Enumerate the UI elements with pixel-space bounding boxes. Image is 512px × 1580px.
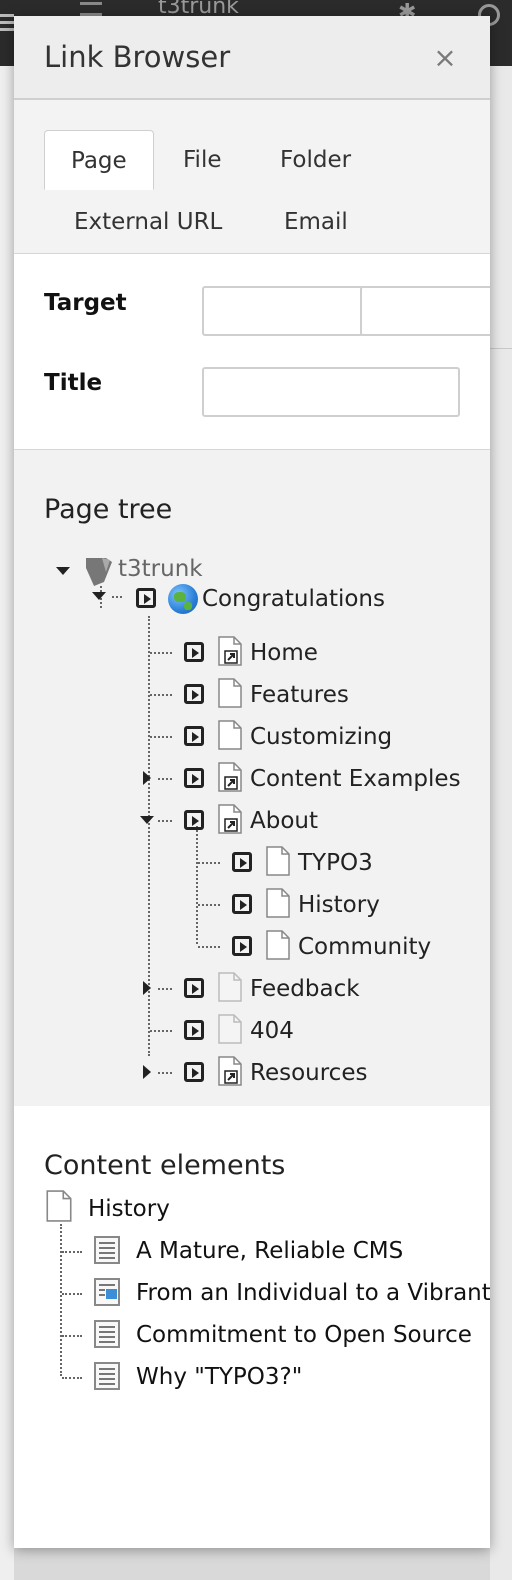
tree-connector — [60, 1224, 62, 1376]
tree-connector — [198, 862, 220, 864]
page-actions-icon[interactable] — [184, 642, 204, 662]
page-actions-icon[interactable] — [184, 810, 204, 830]
tree-connector — [158, 988, 172, 990]
page-icon — [218, 720, 242, 750]
tree-connector — [62, 1335, 82, 1337]
tab-folder[interactable]: Folder — [254, 130, 377, 190]
content-element-item[interactable]: A Mature, Reliable CMS — [136, 1236, 403, 1266]
page-tree-panel: Page tree t3trunk Congratulations Home F… — [14, 450, 490, 1106]
text-element-icon — [94, 1320, 120, 1348]
tree-connector — [112, 596, 122, 598]
content-elements-panel: Content elements History A Mature, Relia… — [14, 1106, 490, 1548]
tree-node-content-examples[interactable]: Content Examples — [250, 764, 461, 794]
tree-node-features[interactable]: Features — [250, 680, 349, 710]
tree-node-404[interactable]: 404 — [250, 1016, 294, 1046]
link-browser-modal: Link Browser × Page File Folder External… — [14, 16, 490, 1548]
toolbar-icon[interactable] — [80, 2, 102, 16]
typo3-logo-icon — [86, 558, 112, 586]
page-actions-icon[interactable] — [184, 768, 204, 788]
page-shortcut-icon — [218, 804, 242, 834]
tree-connector — [150, 1030, 172, 1032]
page-shortcut-icon — [218, 1056, 242, 1086]
tree-node-feedback[interactable]: Feedback — [250, 974, 360, 1004]
page-actions-icon[interactable] — [232, 894, 252, 914]
collapse-toggle-icon[interactable] — [56, 567, 70, 575]
page-actions-icon[interactable] — [184, 978, 204, 998]
page-icon — [266, 888, 290, 918]
close-button[interactable]: × — [430, 40, 460, 76]
text-element-icon — [94, 1362, 120, 1390]
page-shortcut-icon — [218, 636, 242, 666]
content-elements-heading: Content elements — [44, 1150, 286, 1181]
page-icon — [266, 846, 290, 876]
title-input[interactable] — [202, 367, 460, 417]
tab-email[interactable]: Email — [258, 192, 374, 252]
title-label: Title — [44, 370, 103, 396]
tree-connector — [62, 1251, 82, 1253]
tree-node-history[interactable]: History — [298, 890, 380, 920]
text-image-element-icon — [94, 1278, 120, 1306]
expand-toggle-icon[interactable] — [143, 1065, 151, 1079]
tree-connector — [150, 652, 172, 654]
content-element-item[interactable]: From an Individual to a Vibrant — [136, 1278, 490, 1308]
tree-connector — [198, 904, 220, 906]
collapse-toggle-icon[interactable] — [92, 592, 106, 600]
tree-node-community[interactable]: Community — [298, 932, 431, 962]
tree-connector — [150, 694, 172, 696]
page-shortcut-icon — [218, 762, 242, 792]
content-page-title: History — [88, 1196, 170, 1222]
page-tree-heading: Page tree — [44, 494, 173, 525]
tree-node-about[interactable]: About — [250, 806, 318, 836]
page-actions-icon[interactable] — [184, 684, 204, 704]
backend-left-edge — [0, 66, 14, 1580]
page-actions-icon[interactable] — [136, 588, 156, 608]
page-actions-icon[interactable] — [184, 1020, 204, 1040]
tree-connector — [158, 778, 172, 780]
expand-toggle-icon[interactable] — [143, 981, 151, 995]
tree-connector — [150, 736, 172, 738]
modal-title: Link Browser — [44, 40, 231, 74]
target-input[interactable] — [202, 286, 364, 336]
link-type-tabs: Page File Folder External URL Email — [14, 100, 490, 254]
tree-connector — [158, 1072, 172, 1074]
target-label: Target — [44, 290, 127, 316]
content-element-item[interactable]: Why "TYPO3?" — [136, 1362, 302, 1392]
page-icon — [266, 930, 290, 960]
tree-connector — [158, 820, 172, 822]
page-icon — [46, 1190, 72, 1222]
target-select[interactable] — [360, 286, 490, 336]
tree-root-label[interactable]: t3trunk — [118, 554, 203, 584]
tree-connector — [62, 1377, 82, 1379]
tree-connector — [196, 826, 198, 944]
tab-file[interactable]: File — [157, 130, 248, 190]
page-actions-icon[interactable] — [232, 936, 252, 956]
hamburger-menu-icon[interactable] — [0, 14, 14, 31]
page-actions-icon[interactable] — [184, 726, 204, 746]
content-element-item[interactable]: Commitment to Open Source — [136, 1320, 472, 1350]
tree-node-home[interactable]: Home — [250, 638, 318, 668]
tab-external-url[interactable]: External URL — [48, 192, 248, 252]
expand-toggle-icon[interactable] — [143, 771, 151, 785]
link-attributes-form: Target Title — [14, 256, 490, 450]
page-actions-icon[interactable] — [184, 1062, 204, 1082]
collapse-toggle-icon[interactable] — [140, 816, 154, 824]
text-element-icon — [94, 1236, 120, 1264]
tree-node-resources[interactable]: Resources — [250, 1058, 367, 1088]
tree-node-congratulations[interactable]: Congratulations — [202, 584, 385, 614]
tree-connector — [62, 1293, 82, 1295]
page-hidden-icon — [218, 1014, 242, 1044]
backend-right-edge — [490, 66, 512, 1580]
globe-icon — [168, 584, 198, 614]
tree-connector — [198, 946, 220, 948]
page-actions-icon[interactable] — [232, 852, 252, 872]
tree-node-customizing[interactable]: Customizing — [250, 722, 392, 752]
tab-page[interactable]: Page — [44, 130, 154, 190]
page-icon — [218, 678, 242, 708]
modal-header: Link Browser × — [14, 16, 490, 100]
tree-node-typo3[interactable]: TYPO3 — [298, 848, 373, 878]
page-hidden-icon — [218, 972, 242, 1002]
